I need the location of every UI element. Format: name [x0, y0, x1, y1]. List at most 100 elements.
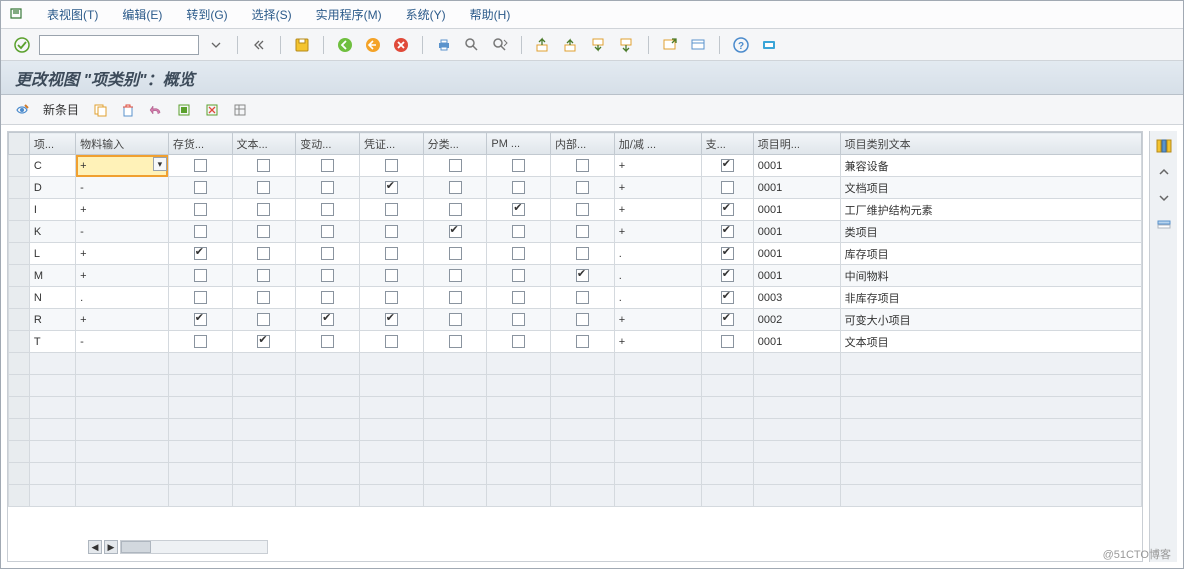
empty-cell[interactable]: [232, 397, 296, 419]
checkbox[interactable]: [512, 313, 525, 326]
empty-cell[interactable]: [423, 375, 487, 397]
checkbox[interactable]: [721, 159, 734, 172]
cell-support[interactable]: [701, 155, 753, 177]
find-next-icon[interactable]: [489, 34, 511, 56]
checkbox[interactable]: [449, 225, 462, 238]
checkbox[interactable]: [721, 247, 734, 260]
f4-help-icon[interactable]: ▾: [153, 157, 167, 171]
cell-material-input[interactable]: +: [76, 265, 169, 287]
empty-cell[interactable]: [551, 353, 615, 375]
cell-checkbox[interactable]: [487, 243, 551, 265]
checkbox[interactable]: [385, 181, 398, 194]
empty-cell[interactable]: [359, 375, 423, 397]
cell-checkbox[interactable]: [232, 309, 296, 331]
new-entries-button[interactable]: 新条目: [43, 101, 79, 118]
checkbox[interactable]: [321, 335, 334, 348]
cell-checkbox[interactable]: [296, 243, 360, 265]
checkbox[interactable]: [321, 203, 334, 216]
checkbox[interactable]: [321, 159, 334, 172]
exit-icon[interactable]: [362, 34, 384, 56]
empty-cell[interactable]: [232, 441, 296, 463]
empty-cell[interactable]: [487, 375, 551, 397]
select-all-header[interactable]: [9, 133, 30, 155]
checkbox[interactable]: [385, 313, 398, 326]
cell-checkbox[interactable]: [296, 199, 360, 221]
checkbox[interactable]: [385, 269, 398, 282]
cell-checkbox[interactable]: [487, 199, 551, 221]
row-selector[interactable]: [9, 221, 30, 243]
row-selector[interactable]: [9, 199, 30, 221]
empty-cell[interactable]: [753, 485, 840, 507]
empty-cell[interactable]: [76, 419, 169, 441]
empty-cell[interactable]: [753, 441, 840, 463]
checkbox[interactable]: [512, 269, 525, 282]
checkbox[interactable]: [512, 225, 525, 238]
checkbox[interactable]: [194, 247, 207, 260]
cell-item-detail[interactable]: 0003: [753, 287, 840, 309]
checkbox[interactable]: [449, 203, 462, 216]
empty-cell[interactable]: [840, 441, 1141, 463]
checkbox[interactable]: [194, 181, 207, 194]
empty-cell[interactable]: [701, 441, 753, 463]
empty-cell[interactable]: [29, 375, 75, 397]
command-icon[interactable]: [9, 6, 27, 24]
cell-checkbox[interactable]: [168, 177, 232, 199]
checkbox[interactable]: [512, 203, 525, 216]
column-header[interactable]: 凭证...: [359, 133, 423, 155]
empty-cell[interactable]: [487, 485, 551, 507]
empty-cell[interactable]: [701, 463, 753, 485]
checkbox[interactable]: [257, 181, 270, 194]
back-icon[interactable]: [334, 34, 356, 56]
empty-cell[interactable]: [701, 353, 753, 375]
gui-options-icon[interactable]: [758, 34, 780, 56]
checkbox[interactable]: [512, 159, 525, 172]
empty-cell[interactable]: [232, 375, 296, 397]
empty-cell[interactable]: [29, 441, 75, 463]
cell-checkbox[interactable]: [551, 309, 615, 331]
back-all-icon[interactable]: [248, 34, 270, 56]
menu-item-2[interactable]: 转到(G): [174, 2, 239, 27]
cell-item-text[interactable]: 类项目: [840, 221, 1141, 243]
scroll-left-icon[interactable]: ◀: [88, 540, 102, 554]
cell-checkbox[interactable]: [487, 265, 551, 287]
cell-checkbox[interactable]: [168, 265, 232, 287]
checkbox[interactable]: [257, 335, 270, 348]
row-selector[interactable]: [9, 331, 30, 353]
empty-cell[interactable]: [359, 463, 423, 485]
cell-checkbox[interactable]: [296, 287, 360, 309]
checkbox[interactable]: [449, 335, 462, 348]
empty-cell[interactable]: [29, 463, 75, 485]
cell-support[interactable]: [701, 331, 753, 353]
cell-checkbox[interactable]: [487, 221, 551, 243]
cell-checkbox[interactable]: [168, 221, 232, 243]
cell-checkbox[interactable]: [296, 221, 360, 243]
cell-checkbox[interactable]: [168, 199, 232, 221]
checkbox[interactable]: [576, 159, 589, 172]
cell-code[interactable]: N: [29, 287, 75, 309]
empty-cell[interactable]: [487, 419, 551, 441]
cell-checkbox[interactable]: [232, 199, 296, 221]
empty-cell[interactable]: [487, 441, 551, 463]
checkbox[interactable]: [449, 247, 462, 260]
checkbox[interactable]: [194, 269, 207, 282]
empty-cell[interactable]: [168, 397, 232, 419]
cell-checkbox[interactable]: [359, 265, 423, 287]
find-icon[interactable]: [461, 34, 483, 56]
checkbox[interactable]: [576, 203, 589, 216]
cell-material-input[interactable]: -: [76, 177, 169, 199]
cell-checkbox[interactable]: [232, 287, 296, 309]
cell-checkbox[interactable]: [551, 155, 615, 177]
checkbox[interactable]: [449, 181, 462, 194]
checkbox[interactable]: [194, 159, 207, 172]
scroll-up-icon[interactable]: [1153, 161, 1175, 183]
configure-columns-icon[interactable]: [1153, 135, 1175, 157]
column-header[interactable]: 物料输入: [76, 133, 169, 155]
empty-cell[interactable]: [423, 353, 487, 375]
cell-code[interactable]: T: [29, 331, 75, 353]
empty-cell[interactable]: [753, 397, 840, 419]
checkbox[interactable]: [257, 159, 270, 172]
cell-checkbox[interactable]: [487, 177, 551, 199]
empty-cell[interactable]: [753, 353, 840, 375]
save-icon[interactable]: [291, 34, 313, 56]
empty-cell[interactable]: [551, 485, 615, 507]
